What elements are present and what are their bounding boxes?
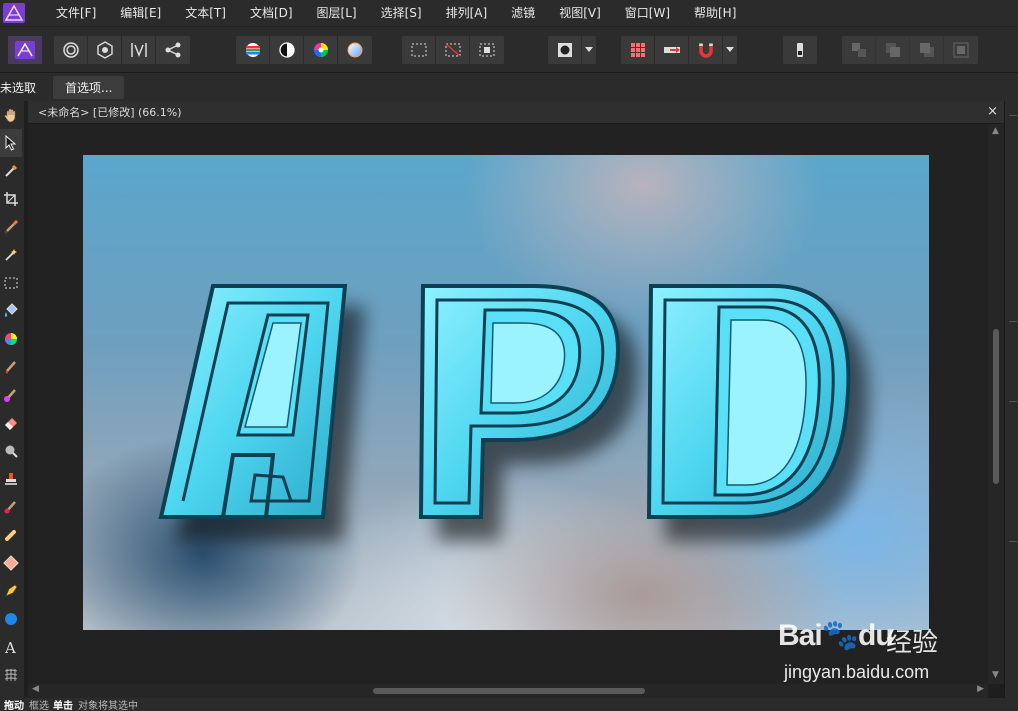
document-title: <未命名> [已修改] (66.1%) — [38, 106, 182, 119]
blemish-removal-tool-icon[interactable] — [0, 521, 22, 549]
persona-group — [8, 36, 42, 64]
menu-bar: 文件[F] 编辑[E] 文本[T] 文档[D] 图层[L] 选择[S] 排列[A… — [0, 0, 1018, 26]
quick-mask-group — [548, 36, 596, 64]
flood-select-tool-icon[interactable] — [0, 241, 22, 269]
snapping-group — [621, 36, 737, 64]
move-to-back-icon[interactable] — [842, 36, 876, 64]
move-to-front-icon[interactable] — [944, 36, 978, 64]
selection-status: 未选取 — [0, 80, 37, 95]
white-balance-icon[interactable] — [338, 36, 372, 64]
menu-layer[interactable]: 图层[L] — [305, 0, 369, 26]
persona-group-2 — [54, 36, 190, 64]
vertical-scrollbar[interactable]: ▲ ▼ — [988, 124, 1004, 684]
crop-tool-icon[interactable] — [0, 185, 22, 213]
scroll-down-arrow-icon[interactable]: ▼ — [992, 670, 999, 680]
move-tool-icon[interactable] — [0, 129, 22, 157]
status-bar: 拖动 框选 单击 对象将其选中 — [0, 698, 1018, 711]
rectangular-marquee-tool-icon[interactable] — [0, 269, 22, 297]
smudge-brush-tool-icon[interactable] — [0, 493, 22, 521]
selection-brush-tool-icon[interactable] — [0, 213, 22, 241]
horizontal-scroll-thumb[interactable] — [373, 688, 645, 694]
move-forward-one-icon[interactable] — [910, 36, 944, 64]
color-picker-tool-icon[interactable] — [0, 157, 22, 185]
menu-document[interactable]: 文档[D] — [238, 0, 305, 26]
letter-p — [418, 284, 620, 519]
adjustments-group — [236, 36, 372, 64]
levels-icon[interactable] — [236, 36, 270, 64]
artistic-text-tool-icon[interactable]: A — [0, 633, 22, 661]
selection-group — [402, 36, 504, 64]
horizontal-scrollbar[interactable]: ◀ ▶ — [28, 684, 988, 698]
marquee-select-icon[interactable] — [402, 36, 436, 64]
invert-selection-icon[interactable] — [470, 36, 504, 64]
erase-brush-tool-icon[interactable] — [0, 409, 22, 437]
menu-edit[interactable]: 编辑[E] — [108, 0, 173, 26]
status-click: 单击 — [53, 701, 73, 711]
menu-arrange[interactable]: 排列[A] — [434, 0, 500, 26]
menu-window[interactable]: 窗口[W] — [613, 0, 682, 26]
dodge-brush-tool-icon[interactable] — [0, 437, 22, 465]
assistant-group — [783, 36, 817, 64]
svg-text:A: A — [4, 639, 16, 655]
panel-divider — [1009, 321, 1017, 322]
quick-mask-dropdown-icon[interactable] — [582, 36, 596, 64]
scroll-right-arrow-icon[interactable]: ▶ — [977, 684, 984, 694]
affinity-photo-logo-icon[interactable] — [2, 2, 26, 24]
photo-persona-icon[interactable] — [8, 36, 42, 64]
right-panel-strip[interactable] — [1004, 101, 1018, 701]
black-white-icon[interactable] — [270, 36, 304, 64]
force-pixel-alignment-icon[interactable] — [655, 36, 689, 64]
deselect-icon[interactable] — [436, 36, 470, 64]
canvas-area[interactable] — [28, 124, 988, 684]
assistant-icon[interactable] — [783, 36, 817, 64]
snapping-magnet-icon[interactable] — [689, 36, 723, 64]
ellipse-tool-icon[interactable] — [0, 605, 22, 633]
paint-brush-tool-icon[interactable] — [0, 353, 22, 381]
panel-divider — [1009, 541, 1017, 542]
menu-select[interactable]: 选择[S] — [369, 0, 434, 26]
tools-panel: A — [0, 101, 24, 701]
menu-file[interactable]: 文件[F] — [44, 0, 108, 26]
liquify-persona-icon[interactable] — [54, 36, 88, 64]
color-wheel-icon[interactable] — [304, 36, 338, 64]
scroll-left-arrow-icon[interactable]: ◀ — [32, 684, 39, 694]
share-icon[interactable] — [156, 36, 190, 64]
view-tool-hand-icon[interactable] — [0, 101, 22, 129]
flood-fill-tool-icon[interactable] — [0, 297, 22, 325]
develop-persona-icon[interactable] — [88, 36, 122, 64]
artboard-image[interactable] — [83, 155, 929, 630]
menu-help[interactable]: 帮助[H] — [682, 0, 748, 26]
vertical-scroll-thumb[interactable] — [993, 329, 999, 484]
apd-3d-text-artwork — [158, 284, 851, 519]
arrange-group — [842, 36, 978, 64]
snapping-dropdown-icon[interactable] — [723, 36, 737, 64]
patch-tool-icon[interactable] — [0, 549, 22, 577]
close-document-icon[interactable]: × — [987, 104, 998, 119]
tone-mapping-persona-icon[interactable] — [122, 36, 156, 64]
letter-d — [646, 284, 851, 519]
menu-filters[interactable]: 滤镜 — [499, 0, 547, 26]
gradient-tool-icon[interactable] — [0, 325, 22, 353]
status-mode: 拖动 — [4, 701, 24, 711]
status-click-hint: 对象将其选中 — [78, 701, 138, 711]
quick-mask-icon[interactable] — [548, 36, 582, 64]
scroll-up-arrow-icon[interactable]: ▲ — [992, 126, 999, 136]
color-replacement-brush-icon[interactable] — [0, 381, 22, 409]
panel-divider — [1009, 401, 1017, 402]
menu-view[interactable]: 视图[V] — [547, 0, 613, 26]
panel-divider — [1009, 115, 1017, 116]
mesh-warp-tool-icon[interactable] — [0, 661, 22, 689]
letter-a — [158, 284, 348, 519]
move-back-one-icon[interactable] — [876, 36, 910, 64]
menu-text[interactable]: 文本[T] — [173, 0, 238, 26]
clone-brush-tool-icon[interactable] — [0, 465, 22, 493]
pen-tool-icon[interactable] — [0, 577, 22, 605]
toolbar — [0, 26, 1018, 72]
grid-icon[interactable] — [621, 36, 655, 64]
document-tab[interactable]: <未命名> [已修改] (66.1%) × — [28, 101, 1004, 124]
status-mode-hint: 框选 — [29, 701, 49, 711]
preferences-button[interactable]: 首选项... — [53, 75, 125, 99]
context-toolbar: 未选取 首选项... — [0, 72, 1018, 101]
